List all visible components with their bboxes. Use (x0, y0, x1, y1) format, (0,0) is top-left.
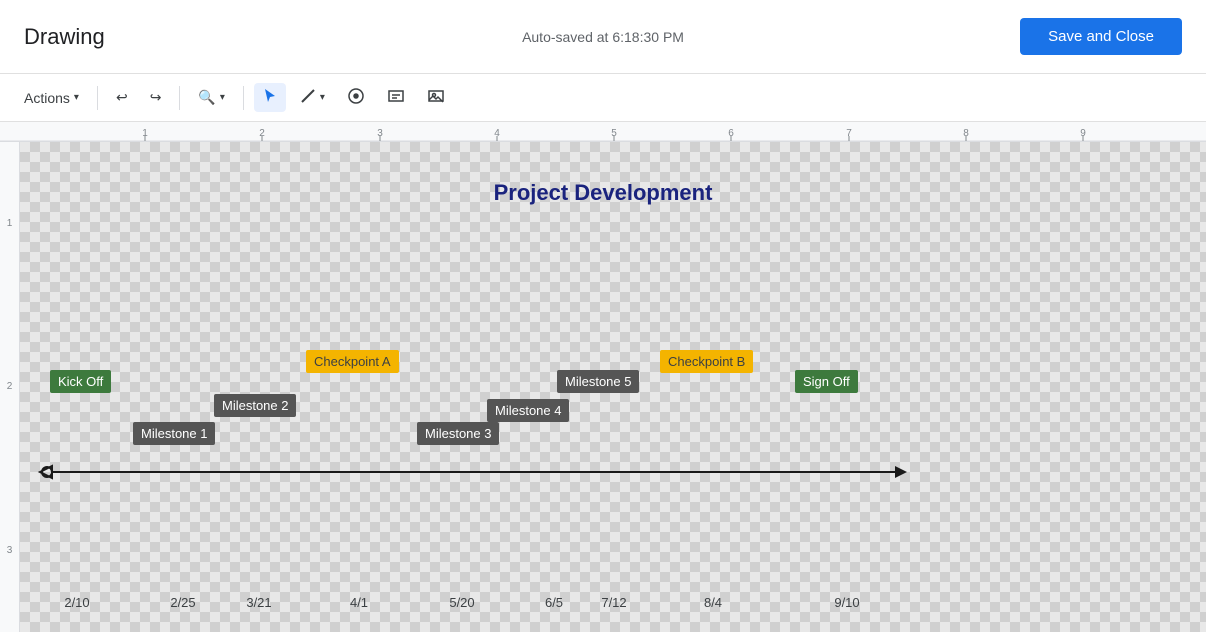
actions-chevron-icon: ▾ (74, 92, 79, 103)
zoom-button[interactable]: 🔍 ▾ (190, 84, 232, 111)
redo-icon: ↪ (150, 89, 162, 106)
cursor-icon (262, 88, 278, 107)
select-tool-button[interactable] (254, 83, 286, 112)
actions-label: Actions (24, 90, 70, 106)
header: Drawing Auto-saved at 6:18:30 PM Save an… (0, 0, 1206, 74)
line-tool-button[interactable]: ▾ (292, 83, 333, 112)
toolbar: Actions ▾ ↩ ↪ 🔍 ▾ ▾ (0, 74, 1206, 122)
timeline-label-3: 4/1 (350, 595, 368, 610)
comment-icon (347, 87, 365, 108)
timeline-label-8: 9/10 (834, 595, 859, 610)
zoom-chevron-icon: ▾ (220, 92, 225, 103)
image-icon (427, 87, 445, 108)
canvas-container[interactable]: 1 2 3 Project Development Kick Off Miles… (0, 142, 1206, 632)
milestone-1[interactable]: Milestone 1 (133, 422, 215, 445)
timeline-label-5: 6/5 (545, 595, 563, 610)
milestone-kickoff[interactable]: Kick Off (50, 370, 111, 393)
vertical-ruler: 1 2 3 (0, 142, 20, 632)
app-title: Drawing (24, 24, 105, 50)
text-box-button[interactable] (379, 82, 413, 113)
timeline-label-7: 8/4 (704, 595, 722, 610)
milestone-4[interactable]: Milestone 4 (487, 399, 569, 422)
horizontal-ruler: 1 2 3 4 5 6 7 8 9 (0, 122, 1206, 142)
milestone-5[interactable]: Milestone 5 (557, 370, 639, 393)
line-chevron-icon: ▾ (320, 92, 325, 103)
timeline-label-2: 3/21 (246, 595, 271, 610)
timeline-label-6: 7/12 (601, 595, 626, 610)
timeline-label-4: 5/20 (449, 595, 474, 610)
zoom-icon: 🔍 (198, 89, 215, 106)
save-close-button[interactable]: Save and Close (1020, 18, 1182, 55)
checkpoint-b[interactable]: Checkpoint B (660, 350, 753, 373)
milestone-2[interactable]: Milestone 2 (214, 394, 296, 417)
redo-button[interactable]: ↪ (142, 84, 170, 111)
chart-title: Project Development (494, 180, 713, 206)
actions-menu-button[interactable]: Actions ▾ (16, 85, 87, 111)
timeline-label-1: 2/25 (170, 595, 195, 610)
image-button[interactable] (419, 82, 453, 113)
comment-button[interactable] (339, 82, 373, 113)
toolbar-separator-3 (243, 86, 244, 110)
checkpoint-a[interactable]: Checkpoint A (306, 350, 399, 373)
line-icon (300, 88, 316, 107)
undo-icon: ↩ (116, 89, 128, 106)
toolbar-separator-2 (179, 86, 180, 110)
toolbar-separator-1 (97, 86, 98, 110)
milestone-signoff[interactable]: Sign Off (795, 370, 858, 393)
milestone-3[interactable]: Milestone 3 (417, 422, 499, 445)
autosave-status: Auto-saved at 6:18:30 PM (522, 29, 684, 45)
undo-button[interactable]: ↩ (108, 84, 136, 111)
textbox-icon (387, 87, 405, 108)
timeline-label-0: 2/10 (64, 595, 89, 610)
